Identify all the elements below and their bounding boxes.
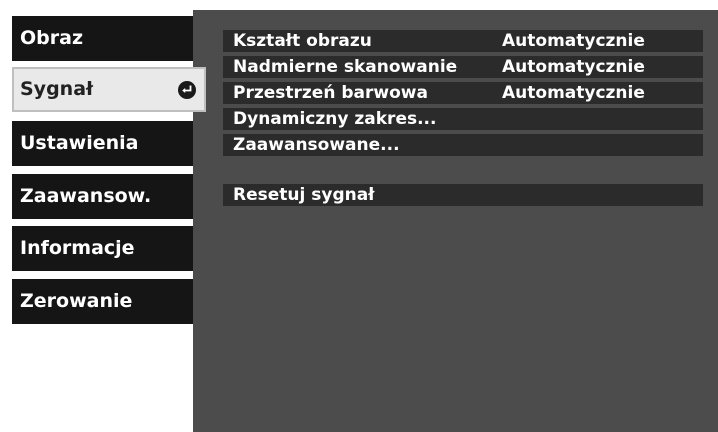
- menu-item-dynamiczny-zakres[interactable]: Dynamiczny zakres...: [223, 108, 703, 130]
- menu-item-value: Automatycznie: [502, 57, 645, 77]
- tab-sygnal[interactable]: Sygnał: [12, 67, 206, 112]
- tab-informacje[interactable]: Informacje: [12, 226, 193, 271]
- menu-item-label: Zaawansowane...: [233, 135, 400, 155]
- menu-item-label: Kształt obrazu: [233, 31, 372, 51]
- tab-label: Zerowanie: [20, 290, 133, 312]
- menu-item-nadmierne-skanowanie[interactable]: Nadmierne skanowanie Automatycznie: [223, 56, 703, 78]
- tab-label: Obraz: [20, 27, 84, 49]
- menu-item-ksztalt-obrazu[interactable]: Kształt obrazu Automatycznie: [223, 30, 703, 52]
- tab-label: Sygnał: [20, 78, 94, 100]
- menu-item-label: Przestrzeń barwowa: [233, 83, 428, 103]
- menu-item-zaawansowane[interactable]: Zaawansowane...: [223, 134, 703, 156]
- tab-label: Ustawienia: [20, 132, 139, 154]
- menu-item-resetuj-sygnal[interactable]: Resetuj sygnał: [223, 184, 703, 206]
- menu-item-value: Automatycznie: [502, 31, 645, 51]
- tab-obraz[interactable]: Obraz: [12, 16, 193, 61]
- tab-label: Informacje: [20, 237, 135, 259]
- tab-label: Zaawansow.: [20, 185, 152, 207]
- menu-item-label: Resetuj sygnał: [233, 185, 375, 205]
- tab-zaawansow[interactable]: Zaawansow.: [12, 174, 193, 219]
- menu-item-label: Nadmierne skanowanie: [233, 57, 458, 77]
- menu-item-przestrzen-barwowa[interactable]: Przestrzeń barwowa Automatycznie: [223, 82, 703, 104]
- menu-item-value: Automatycznie: [502, 83, 645, 103]
- menu-item-label: Dynamiczny zakres...: [233, 109, 437, 129]
- tab-ustawienia[interactable]: Ustawienia: [12, 121, 193, 166]
- return-arrow-icon: [178, 81, 196, 99]
- tab-zerowanie[interactable]: Zerowanie: [12, 279, 193, 324]
